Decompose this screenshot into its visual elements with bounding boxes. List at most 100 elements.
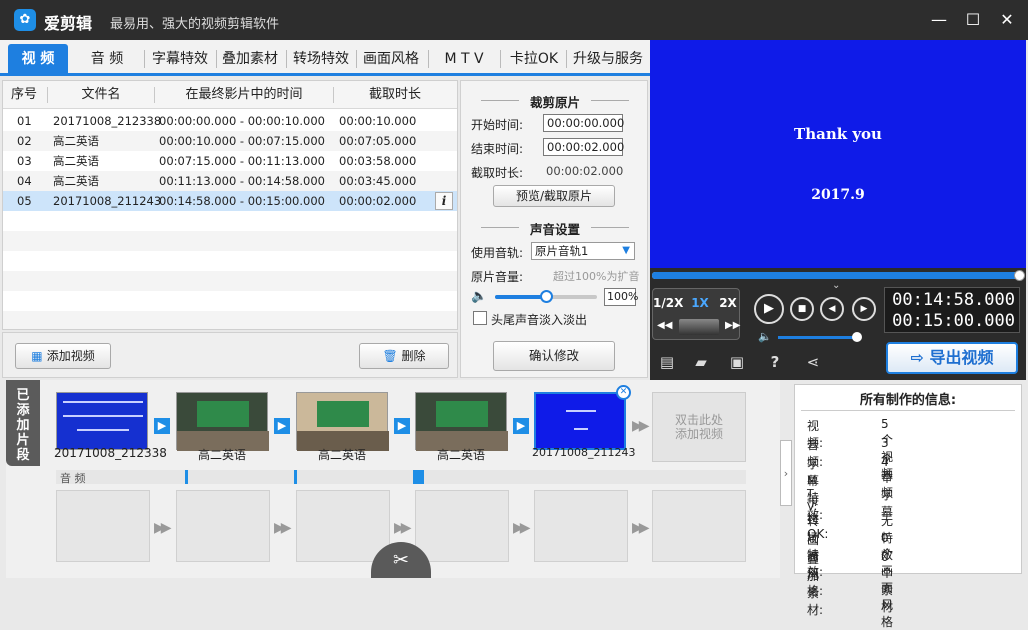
fade-checkbox[interactable] bbox=[473, 311, 487, 325]
add-video-button[interactable]: ▦ 添加视频 bbox=[15, 343, 111, 369]
player-volume-thumb[interactable] bbox=[852, 332, 862, 342]
share-icon[interactable]: ⋖ bbox=[802, 353, 824, 373]
start-time-field[interactable]: 00:00:00.000 bbox=[543, 114, 624, 132]
delete-button[interactable]: 🗑 删除 bbox=[359, 343, 449, 369]
chevron-right-icon[interactable]: › bbox=[780, 440, 792, 506]
tab-divider bbox=[566, 50, 567, 68]
speaker-icon: 🔈 bbox=[758, 330, 772, 343]
jog-wheel[interactable] bbox=[679, 319, 719, 335]
arrow-right-icon: ▶ bbox=[154, 418, 170, 434]
speaker-icon: 🔈 bbox=[471, 289, 488, 304]
progress-thumb[interactable] bbox=[1014, 270, 1025, 281]
table-row[interactable]: 04 高二英语 00:11:13.000 - 00:14:58.000 00:0… bbox=[3, 171, 457, 191]
maximize-button[interactable]: ☐ bbox=[960, 8, 986, 32]
confirm-button[interactable]: 确认修改 bbox=[493, 341, 615, 371]
arrow-right-icon: ▶ bbox=[274, 418, 290, 434]
volume-slider-thumb[interactable] bbox=[540, 290, 553, 303]
volume-slider[interactable] bbox=[495, 290, 597, 303]
tab-video[interactable]: 视 频 bbox=[8, 44, 68, 74]
section-line bbox=[481, 100, 519, 101]
play-icon[interactable]: ▶ bbox=[754, 294, 784, 324]
section-line bbox=[591, 227, 629, 228]
open-folder-icon[interactable]: ▰ bbox=[690, 353, 712, 373]
empty-slot[interactable] bbox=[652, 490, 746, 562]
tab-divider bbox=[216, 50, 217, 68]
speed-double[interactable]: 2X bbox=[713, 296, 743, 310]
tab-upgrade[interactable]: 升级与服务 bbox=[570, 44, 646, 74]
previous-frame-icon[interactable]: ◀ bbox=[820, 297, 844, 321]
delete-label: 删除 bbox=[401, 349, 426, 363]
empty-slot[interactable] bbox=[415, 490, 509, 562]
row-filename: 高二英语 bbox=[53, 174, 99, 188]
empty-slot[interactable] bbox=[176, 490, 270, 562]
table-row[interactable]: 02 高二英语 00:00:10.000 - 00:07:15.000 00:0… bbox=[3, 131, 457, 151]
audio-track-select[interactable]: 原片音轨1 ▼ bbox=[531, 242, 635, 260]
row-filename: 高二英语 bbox=[53, 154, 99, 168]
new-project-icon[interactable]: ▤ bbox=[656, 353, 678, 373]
stop-icon[interactable]: ■ bbox=[790, 297, 814, 321]
tab-audio[interactable]: 音 频 bbox=[74, 44, 140, 74]
clip-thumbnail-3[interactable] bbox=[296, 392, 389, 451]
tab-mtv[interactable]: M T V bbox=[432, 44, 496, 74]
clip-caption: 高二英语 bbox=[197, 448, 246, 462]
speed-normal[interactable]: 1X bbox=[685, 296, 715, 310]
clip-thumbnail-5[interactable] bbox=[534, 392, 626, 450]
empty-slot[interactable] bbox=[56, 490, 150, 562]
preview-crop-button[interactable]: 预览/截取原片 bbox=[493, 185, 615, 207]
video-preview: Thank you 2017.9 bbox=[650, 40, 1026, 268]
arrow-right-icon: ▶ bbox=[513, 418, 529, 434]
audio-marker bbox=[185, 470, 188, 484]
section-line bbox=[481, 227, 519, 228]
empty-row bbox=[3, 311, 457, 329]
tab-overlay[interactable]: 叠加素材 bbox=[218, 44, 282, 74]
row-filename: 20171008_212338 bbox=[53, 114, 162, 128]
table-row[interactable]: 03 高二英语 00:07:15.000 - 00:11:13.000 00:0… bbox=[3, 151, 457, 171]
current-time: 00:14:58.000 bbox=[892, 290, 1015, 310]
clip-list: 序号 文件名 在最终影片中的时间 截取时长 01 20171008_212338… bbox=[2, 80, 458, 330]
save-icon[interactable]: ▣ bbox=[726, 353, 748, 373]
next-frame-icon[interactable]: ▶ bbox=[852, 297, 876, 321]
empty-slot[interactable] bbox=[534, 490, 628, 562]
tab-subtitles[interactable]: 字幕特效 bbox=[148, 44, 212, 74]
export-video-button[interactable]: ⇨ 导出视频 bbox=[886, 342, 1018, 374]
end-time-field[interactable]: 00:00:02.000 bbox=[543, 138, 624, 156]
speed-half[interactable]: 1/2X bbox=[653, 296, 683, 310]
rewind-icon[interactable]: ◀◀ bbox=[657, 320, 672, 331]
fast-forward-icon[interactable]: ▶▶ bbox=[725, 320, 740, 331]
row-duration: 00:03:45.000 bbox=[339, 174, 417, 188]
clip-thumbnail-1[interactable] bbox=[56, 392, 148, 450]
empty-row bbox=[3, 251, 457, 271]
info-value: 4个字幕 bbox=[881, 455, 894, 519]
tab-styles[interactable]: 画面风格 bbox=[358, 44, 424, 74]
thumb-text-line bbox=[566, 410, 596, 412]
tab-transitions[interactable]: 转场特效 bbox=[288, 44, 354, 74]
empty-row bbox=[3, 211, 457, 231]
table-row-selected[interactable]: 05 20171008_211243 00:14:58.000 - 00:15:… bbox=[3, 191, 457, 211]
player-volume-slider[interactable] bbox=[778, 332, 862, 342]
help-icon[interactable]: ? bbox=[764, 353, 786, 373]
remove-clip-icon[interactable]: ✕ bbox=[616, 385, 631, 400]
volume-label: 原片音量: bbox=[471, 270, 524, 284]
thumb-text-line bbox=[63, 415, 143, 417]
column-divider bbox=[333, 87, 334, 103]
audio-track[interactable]: 音 频 bbox=[56, 470, 746, 485]
volume-value[interactable]: 100% bbox=[604, 288, 638, 306]
clip-thumbnail-4[interactable] bbox=[415, 392, 508, 451]
column-divider bbox=[47, 87, 48, 103]
tab-divider bbox=[144, 50, 145, 68]
thumb-text-line bbox=[574, 428, 588, 430]
progress-track[interactable] bbox=[652, 270, 1025, 281]
tab-karaoke[interactable]: 卡拉OK bbox=[504, 44, 564, 74]
close-button[interactable]: ✕ bbox=[994, 8, 1020, 32]
add-video-placeholder[interactable]: 双击此处 添加视频 bbox=[652, 392, 746, 462]
info-icon[interactable]: i bbox=[435, 192, 453, 210]
fade-label: 头尾声音淡入淡出 bbox=[491, 313, 588, 327]
table-row[interactable]: 01 20171008_212338 00:00:00.000 - 00:00:… bbox=[3, 111, 457, 131]
preview-title-text: Thank you bbox=[794, 125, 882, 143]
minimize-button[interactable]: — bbox=[926, 8, 952, 32]
added-clips-tab[interactable]: 已添加片段 bbox=[6, 380, 40, 466]
clip-thumbnail-2[interactable] bbox=[176, 392, 269, 451]
empty-slot[interactable] bbox=[296, 490, 390, 562]
info-divider bbox=[801, 410, 1015, 411]
chevron-down-icon[interactable]: ⌄ bbox=[832, 280, 840, 291]
